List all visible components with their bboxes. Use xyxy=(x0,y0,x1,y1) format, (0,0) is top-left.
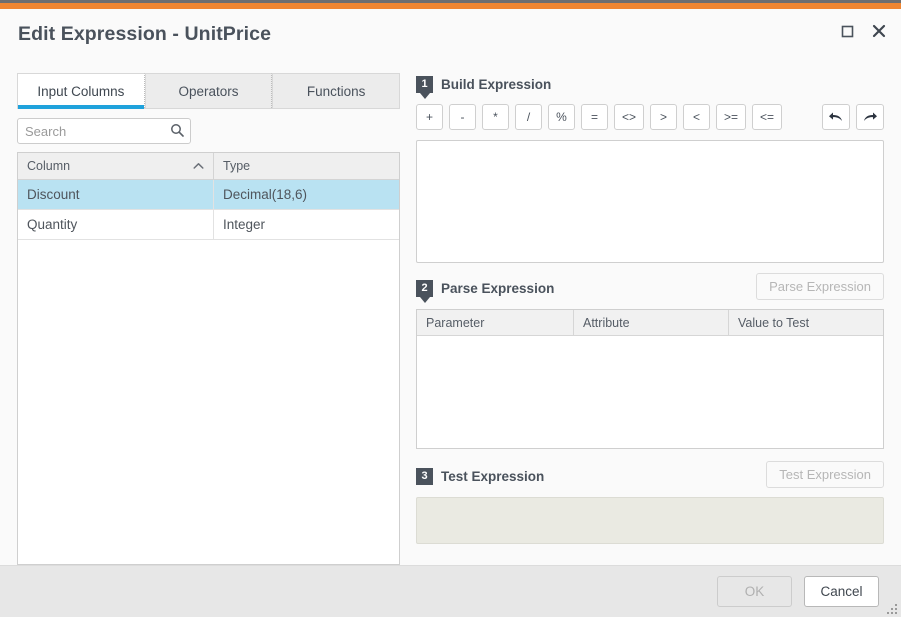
cancel-button[interactable]: Cancel xyxy=(804,576,879,607)
build-expression-title: Build Expression xyxy=(441,76,552,92)
search-input[interactable] xyxy=(17,118,191,144)
cell-column: Discount xyxy=(18,180,214,209)
operator-greater-or-equal-button[interactable]: >= xyxy=(716,104,746,130)
table-row[interactable]: Quantity Integer xyxy=(18,210,399,240)
table-row[interactable]: Discount Decimal(18,6) xyxy=(18,180,399,210)
edit-expression-dialog: Edit Expression - UnitPrice Input Column… xyxy=(0,0,901,617)
right-panel: 1 Build Expression + - * / % = <> > < >=… xyxy=(416,73,887,565)
tab-functions[interactable]: Functions xyxy=(272,73,401,108)
maximize-icon xyxy=(841,25,853,37)
dialog-body: Input Columns Operators Functions Search… xyxy=(0,59,901,565)
parse-expression-button[interactable]: Parse Expression xyxy=(756,273,884,300)
operator-less-than-button[interactable]: < xyxy=(683,104,710,130)
grid-header-type-label: Type xyxy=(223,159,251,173)
parse-parameters-grid: Parameter Attribute Value to Test xyxy=(416,309,884,449)
grid-header-column[interactable]: Column xyxy=(18,153,214,179)
search-container xyxy=(17,118,191,144)
operator-plus-button[interactable]: + xyxy=(416,104,443,130)
tab-input-columns-label: Input Columns xyxy=(37,83,125,99)
parse-header-value-to-test[interactable]: Value to Test xyxy=(729,310,883,335)
tab-operators[interactable]: Operators xyxy=(144,73,273,108)
title-bar: Edit Expression - UnitPrice xyxy=(0,9,901,59)
tab-strip: Input Columns Operators Functions xyxy=(17,73,401,109)
close-icon xyxy=(872,24,886,38)
close-button[interactable] xyxy=(869,21,889,41)
tab-input-columns[interactable]: Input Columns xyxy=(17,73,145,109)
dialog-title: Edit Expression - UnitPrice xyxy=(18,22,272,45)
parse-expression-title: Parse Expression xyxy=(441,280,555,296)
dialog-footer: OK Cancel xyxy=(0,565,901,617)
cell-type: Decimal(18,6) xyxy=(223,187,308,202)
step-badge-3: 3 xyxy=(416,467,433,485)
left-panel: Input Columns Operators Functions Search… xyxy=(17,73,401,565)
maximize-button[interactable] xyxy=(837,21,857,41)
operator-equals-button[interactable]: = xyxy=(581,104,608,130)
operator-minus-button[interactable]: - xyxy=(449,104,476,130)
undo-button[interactable] xyxy=(822,104,850,130)
grid-header-column-label: Column xyxy=(27,159,71,173)
grid-header-row: Column Type xyxy=(18,153,399,180)
chevron-up-icon xyxy=(193,162,204,170)
cell-column: Quantity xyxy=(18,210,214,239)
cell-type: Integer xyxy=(223,217,266,232)
operator-divide-button[interactable]: / xyxy=(515,104,542,130)
input-columns-grid: Column Type Discount Decimal(18,6) Quant… xyxy=(17,152,400,565)
tab-functions-label: Functions xyxy=(306,83,366,99)
window-controls xyxy=(837,21,889,41)
parse-header-attribute[interactable]: Attribute xyxy=(574,310,729,335)
step-badge-1: 1 xyxy=(416,75,433,93)
operator-modulo-button[interactable]: % xyxy=(548,104,575,130)
ok-button[interactable]: OK xyxy=(717,576,792,607)
operator-less-or-equal-button[interactable]: <= xyxy=(752,104,782,130)
operator-not-equals-button[interactable]: <> xyxy=(614,104,644,130)
test-expression-title: Test Expression xyxy=(441,468,545,484)
redo-arrow-icon xyxy=(864,112,877,121)
step-badge-2: 2 xyxy=(416,279,433,297)
grid-body: Discount Decimal(18,6) Quantity Integer xyxy=(18,180,399,564)
build-expression-header: 1 Build Expression xyxy=(416,73,884,95)
test-result-box xyxy=(416,497,884,544)
parse-grid-body xyxy=(417,336,883,448)
grid-header-type[interactable]: Type xyxy=(214,153,399,179)
tab-operators-label: Operators xyxy=(178,83,239,99)
redo-button[interactable] xyxy=(856,104,884,130)
operator-greater-than-button[interactable]: > xyxy=(650,104,677,130)
parse-grid-header-row: Parameter Attribute Value to Test xyxy=(417,310,883,336)
parse-header-parameter[interactable]: Parameter xyxy=(417,310,574,335)
resize-grip-icon[interactable] xyxy=(885,602,897,614)
undo-arrow-icon xyxy=(829,112,842,121)
test-expression-header: 3 Test Expression Test Expression xyxy=(416,461,884,488)
test-expression-button[interactable]: Test Expression xyxy=(766,461,884,488)
parse-expression-header: 2 Parse Expression Parse Expression xyxy=(416,273,884,300)
expression-textarea[interactable] xyxy=(416,140,884,263)
operator-toolbar: + - * / % = <> > < >= <= xyxy=(416,104,884,130)
operator-multiply-button[interactable]: * xyxy=(482,104,509,130)
